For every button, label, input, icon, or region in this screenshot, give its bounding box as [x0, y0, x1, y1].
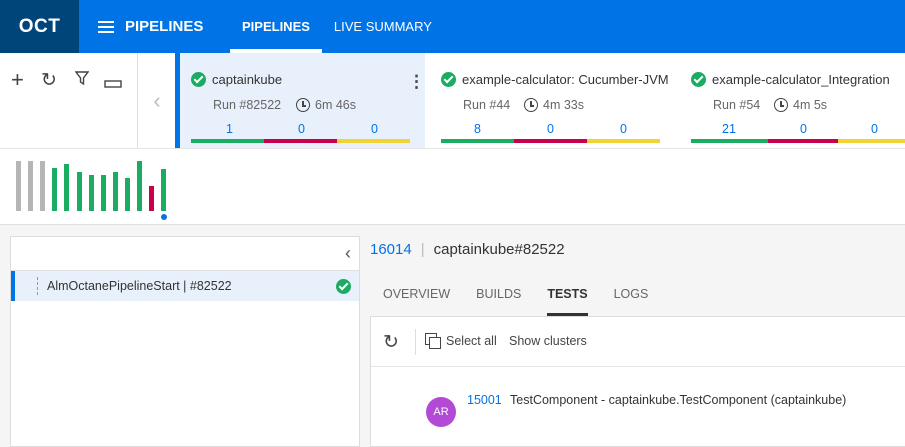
select-all-icon — [425, 333, 441, 349]
run-history — [0, 149, 905, 225]
skipped-bar — [838, 139, 905, 143]
history-bar[interactable] — [28, 161, 34, 211]
select-all-button[interactable]: Select all — [425, 333, 497, 349]
pipeline-name: captainkube — [212, 72, 283, 87]
avatar: AR — [426, 397, 456, 427]
history-bar[interactable] — [88, 175, 94, 211]
tab-overview[interactable]: OVERVIEW — [370, 272, 463, 316]
tab-logs[interactable]: LOGS — [601, 272, 662, 316]
clock-icon — [296, 98, 310, 112]
passed-count: 21 — [722, 122, 736, 136]
history-bar[interactable] — [149, 186, 155, 211]
run-number: Run #54 — [713, 98, 761, 112]
pipeline-name: example-calculator: Cucumber-JVM — [462, 72, 669, 87]
tests-panel: ↻ Select all Show clusters AR 15001 Test… — [370, 316, 905, 447]
tab-live-summary[interactable]: LIVE SUMMARY — [322, 0, 444, 53]
refresh-icon[interactable]: ↻ — [383, 331, 399, 354]
module-title: PIPELINES — [125, 18, 204, 35]
top-bar: OCT PIPELINES PIPELINES LIVE SUMMARY — [0, 0, 905, 53]
failed-count: 0 — [547, 122, 554, 136]
history-bar[interactable] — [76, 172, 82, 211]
test-row[interactable]: AR 15001 TestComponent - captainkube.Tes… — [371, 383, 905, 427]
history-bar[interactable] — [137, 161, 142, 211]
tab-tests[interactable]: TESTS — [534, 272, 600, 316]
tree-header: ‹ — [11, 237, 359, 271]
skipped-bar — [587, 139, 660, 143]
run-number: Run #44 — [463, 98, 511, 112]
clock-icon — [524, 98, 538, 112]
more-options-icon[interactable]: ⋮ — [408, 72, 425, 92]
tab-pipelines[interactable]: PIPELINES — [230, 0, 322, 53]
run-id[interactable]: 16014 — [370, 241, 412, 258]
tree-item-label: AlmOctanePipelineStart | #82522 — [47, 279, 232, 293]
tests-toolbar: ↻ Select all Show clusters — [371, 317, 905, 367]
minimize-icon[interactable] — [104, 73, 122, 94]
passed-bar — [191, 139, 264, 143]
success-icon — [336, 279, 351, 294]
top-tabs: PIPELINES LIVE SUMMARY — [230, 0, 444, 53]
history-bar[interactable] — [52, 168, 58, 211]
success-icon — [441, 72, 456, 87]
success-icon — [691, 72, 706, 87]
pipeline-tree-panel: ‹ AlmOctanePipelineStart | #82522 — [10, 236, 360, 447]
history-bar[interactable] — [124, 178, 130, 211]
selected-run-indicator — [160, 214, 167, 220]
history-bar[interactable] — [112, 172, 118, 211]
history-bar[interactable] — [40, 161, 46, 211]
toolbar-separator — [415, 329, 416, 355]
pipeline-card[interactable]: captainkube ⋮ Run #82522 6m 46s 1 0 0 — [175, 53, 425, 148]
collapse-panel-icon[interactable]: ‹ — [345, 243, 351, 264]
skipped-count: 0 — [871, 122, 878, 136]
detail-tabs: OVERVIEW BUILDS TESTS LOGS — [370, 272, 661, 316]
detail-header: 16014 | captainkube#82522 — [370, 241, 565, 258]
app-logo[interactable]: OCT — [0, 0, 79, 53]
tree-connector — [37, 277, 38, 295]
passed-bar — [691, 139, 768, 143]
refresh-icon[interactable]: ↻ — [41, 69, 57, 92]
test-id[interactable]: 15001 — [467, 393, 502, 407]
failed-count: 0 — [298, 122, 305, 136]
history-bar[interactable] — [64, 164, 70, 211]
run-duration: 6m 46s — [296, 98, 356, 112]
failed-count: 0 — [800, 122, 807, 136]
filter-icon[interactable] — [74, 70, 90, 91]
failed-bar — [514, 139, 587, 143]
failed-bar — [768, 139, 838, 143]
run-title: captainkube#82522 — [433, 241, 565, 258]
passed-bar — [441, 139, 514, 143]
success-icon — [191, 72, 206, 87]
passed-count: 8 — [474, 122, 481, 136]
clock-icon — [774, 98, 788, 112]
skipped-count: 0 — [371, 122, 378, 136]
add-icon[interactable]: + — [11, 67, 24, 93]
history-bar[interactable] — [161, 169, 167, 211]
separator: | — [420, 241, 425, 258]
history-bar[interactable] — [100, 175, 106, 211]
chevron-left-icon[interactable]: ‹ — [139, 53, 175, 148]
skipped-bar — [337, 139, 410, 143]
module-menu[interactable]: PIPELINES — [98, 0, 203, 53]
hamburger-icon — [98, 20, 114, 33]
pipeline-name: example-calculator_Integration — [712, 72, 890, 87]
run-duration: 4m 33s — [524, 98, 584, 112]
pipeline-card[interactable]: example-calculator_Integration Run #54 4… — [675, 53, 905, 148]
tab-builds[interactable]: BUILDS — [463, 272, 534, 316]
skipped-count: 0 — [620, 122, 627, 136]
test-entry: 15001 TestComponent - captainkube.TestCo… — [467, 393, 846, 407]
tree-item[interactable]: AlmOctanePipelineStart | #82522 — [11, 271, 359, 301]
passed-count: 1 — [226, 122, 233, 136]
run-duration: 4m 5s — [774, 98, 827, 112]
run-number: Run #82522 — [213, 98, 282, 112]
select-all-label: Select all — [446, 333, 497, 348]
test-name: TestComponent - captainkube.TestComponen… — [510, 393, 847, 407]
pipeline-card[interactable]: example-calculator: Cucumber-JVM Run #44… — [425, 53, 675, 148]
show-clusters-button[interactable]: Show clusters — [509, 334, 587, 348]
history-bar[interactable] — [16, 161, 21, 211]
failed-bar — [264, 139, 337, 143]
